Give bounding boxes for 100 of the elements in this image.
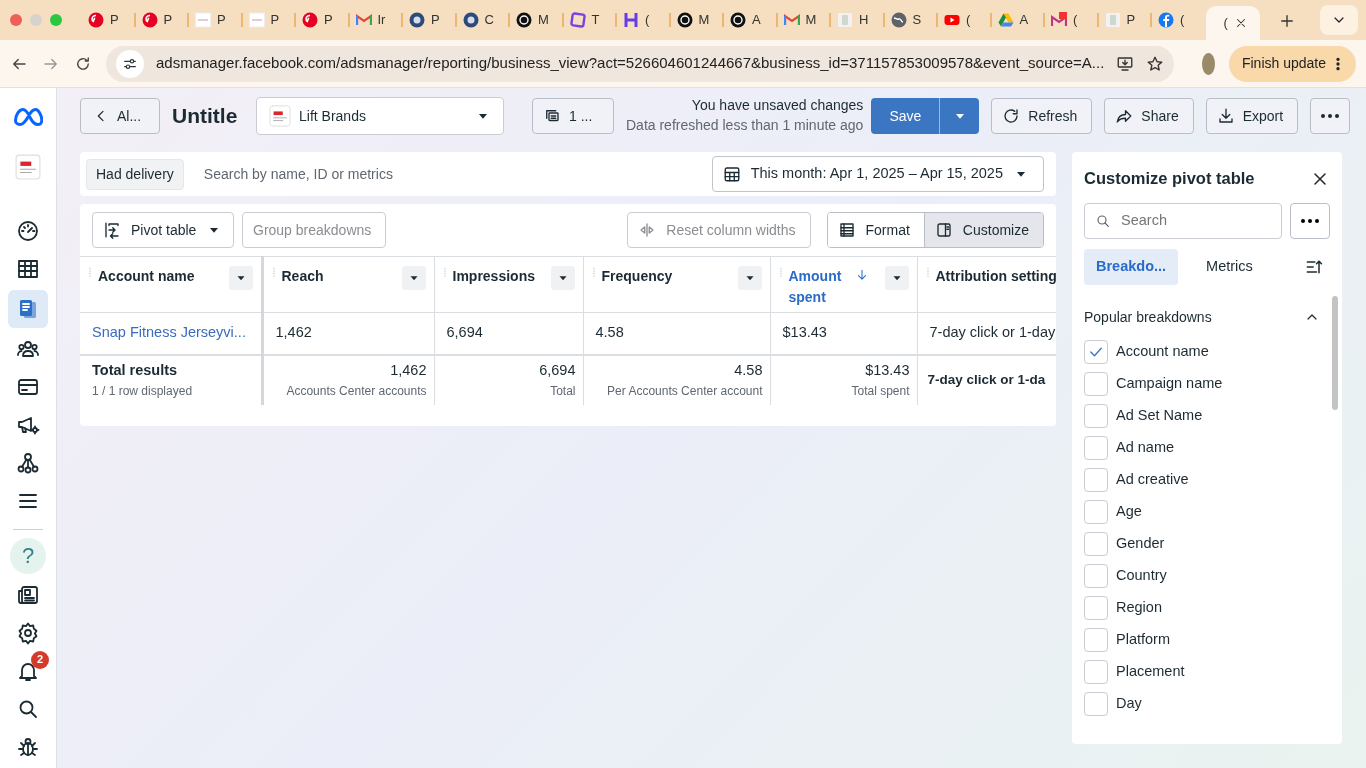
site-icon	[355, 12, 372, 28]
browser-tab[interactable]: A	[991, 0, 1045, 40]
breakdown-option[interactable]: Ad creative	[1084, 463, 1330, 496]
more-icon	[1301, 218, 1319, 223]
column-header[interactable]: Frequency	[601, 266, 736, 287]
column-header[interactable]: Impressions	[452, 266, 549, 287]
browser-tab[interactable]: Ir	[349, 0, 403, 40]
checkbox[interactable]	[1084, 659, 1108, 684]
breakdown-option[interactable]: Ad Set Name	[1084, 399, 1330, 432]
refresh-button[interactable]: Refresh	[991, 98, 1093, 134]
mode-tab[interactable]: Customize	[923, 213, 1043, 247]
views-button[interactable]: 1 ...	[532, 98, 614, 134]
checkbox[interactable]	[1084, 691, 1108, 716]
site-icon	[141, 12, 158, 28]
site-icon	[997, 12, 1014, 28]
panel-tab[interactable]: Metrics	[1194, 248, 1265, 285]
browser-tab[interactable]: P	[135, 0, 189, 40]
column-menu-button[interactable]	[737, 266, 762, 290]
account-dropdown[interactable]: Lift Brands	[256, 97, 504, 135]
filter-chip[interactable]: Had delivery	[86, 158, 184, 190]
total-value: 1,462	[389, 361, 427, 381]
browser-tab[interactable]: M	[670, 0, 724, 40]
reload-icon	[74, 54, 92, 73]
account-link[interactable]: Snap Fitness Jerseyvi...	[92, 324, 246, 341]
breakdown-option[interactable]: Ad name	[1084, 431, 1330, 464]
save-button[interactable]: Save	[871, 98, 940, 134]
share-button[interactable]: Share	[1104, 98, 1194, 134]
browser-tab[interactable]: M	[777, 0, 831, 40]
browser-tab[interactable]: M	[510, 0, 564, 40]
search-field[interactable]: Had delivery Search by name, ID or metrics This month: Apr 1, 2025 – Apr 15, 2025	[80, 152, 1056, 196]
table-cell: 7-day click or 1-day	[929, 324, 1056, 341]
browser-tab[interactable]: (	[1045, 0, 1099, 40]
browser-tab[interactable]: P	[296, 0, 350, 40]
browser-tab[interactable]: P	[403, 0, 457, 40]
avatar[interactable]	[1202, 52, 1215, 75]
browser-tab[interactable]: T	[563, 0, 617, 40]
browser-tab[interactable]: S	[884, 0, 938, 40]
browser-tab[interactable]: C	[456, 0, 510, 40]
browser-tab[interactable]: H	[831, 0, 885, 40]
total-value: $13.43	[864, 361, 910, 381]
breakdown-option[interactable]: Account name	[1084, 335, 1330, 368]
section-header[interactable]: Popular breakdowns	[1084, 306, 1212, 328]
nav-item[interactable]: ?	[10, 537, 46, 574]
browser-tab[interactable]: P	[189, 0, 243, 40]
address-bar[interactable]: adsmanager.facebook.com/adsmanager/reporting/business_view?act=526604601244667&business_id=371157853009578&event_source=A...	[106, 45, 1175, 82]
column-header[interactable]: Account name	[98, 266, 227, 287]
finish-update-button[interactable]: Finish update	[1228, 45, 1356, 82]
browser-tab[interactable]: A	[724, 0, 778, 40]
browser-tab[interactable]: (	[1152, 0, 1206, 40]
checkbox[interactable]	[1084, 563, 1108, 588]
scrollbar[interactable]	[1332, 296, 1338, 410]
column-menu-button[interactable]	[884, 266, 909, 290]
checkbox[interactable]	[1084, 467, 1108, 492]
browser-tab[interactable]: P	[242, 0, 296, 40]
more-button[interactable]	[1290, 202, 1330, 239]
breakdown-option[interactable]: Region	[1084, 591, 1330, 624]
browser-tab[interactable]: P	[82, 0, 136, 40]
network-icon	[16, 451, 40, 476]
pivot-icon	[103, 221, 121, 239]
browser-tab[interactable]: (	[617, 0, 671, 40]
breakdown-option[interactable]: Campaign name	[1084, 367, 1330, 400]
browser-tab[interactable]: P	[1098, 0, 1152, 40]
total-note: Total	[549, 382, 576, 400]
view-dropdown[interactable]: Pivot table	[92, 212, 234, 248]
breakdown-option[interactable]: Age	[1084, 495, 1330, 528]
column-menu-button[interactable]	[401, 266, 426, 290]
breakdown-option[interactable]: Country	[1084, 559, 1330, 592]
window-control[interactable]	[10, 14, 22, 26]
column-header[interactable]: Reach	[281, 266, 400, 287]
star-icon	[1146, 54, 1165, 73]
panel-tab[interactable]: Breakdo...	[1084, 248, 1179, 285]
breakdown-option[interactable]: Platform	[1084, 623, 1330, 656]
back-button[interactable]: Al...	[80, 98, 160, 134]
breakdown-option[interactable]: Placement	[1084, 655, 1330, 688]
checkbox[interactable]	[1084, 435, 1108, 460]
column-menu-button[interactable]	[550, 266, 575, 290]
more-button[interactable]	[1310, 98, 1351, 134]
checkbox[interactable]	[1084, 531, 1108, 556]
browser-tab[interactable]: (	[1205, 6, 1260, 40]
checkbox[interactable]	[1084, 371, 1108, 396]
checkbox[interactable]	[1084, 627, 1108, 652]
save-options-button[interactable]	[939, 98, 980, 134]
breakdown-option[interactable]: Gender	[1084, 527, 1330, 560]
date-range-button[interactable]: This month: Apr 1, 2025 – Apr 15, 2025	[711, 156, 1044, 192]
checkbox[interactable]	[1084, 403, 1108, 428]
checkbox[interactable]	[1084, 595, 1108, 620]
checkbox[interactable]	[1084, 499, 1108, 524]
site-icon	[248, 12, 265, 28]
site-icon	[516, 12, 532, 28]
column-menu-button[interactable]	[228, 266, 253, 290]
breakdown-option[interactable]: Day	[1084, 687, 1330, 720]
checkbox[interactable]	[1084, 339, 1108, 364]
column-header[interactable]: Amount spent	[788, 266, 853, 308]
nav-item[interactable]: 2	[10, 653, 46, 688]
browser-tab[interactable]: (	[938, 0, 992, 40]
site-icon	[88, 12, 104, 28]
column-header[interactable]: Attribution setting	[935, 266, 1056, 287]
notification-badge: 2	[31, 650, 49, 669]
search-field[interactable]: Search	[1084, 202, 1282, 239]
export-button[interactable]: Export	[1205, 98, 1299, 134]
